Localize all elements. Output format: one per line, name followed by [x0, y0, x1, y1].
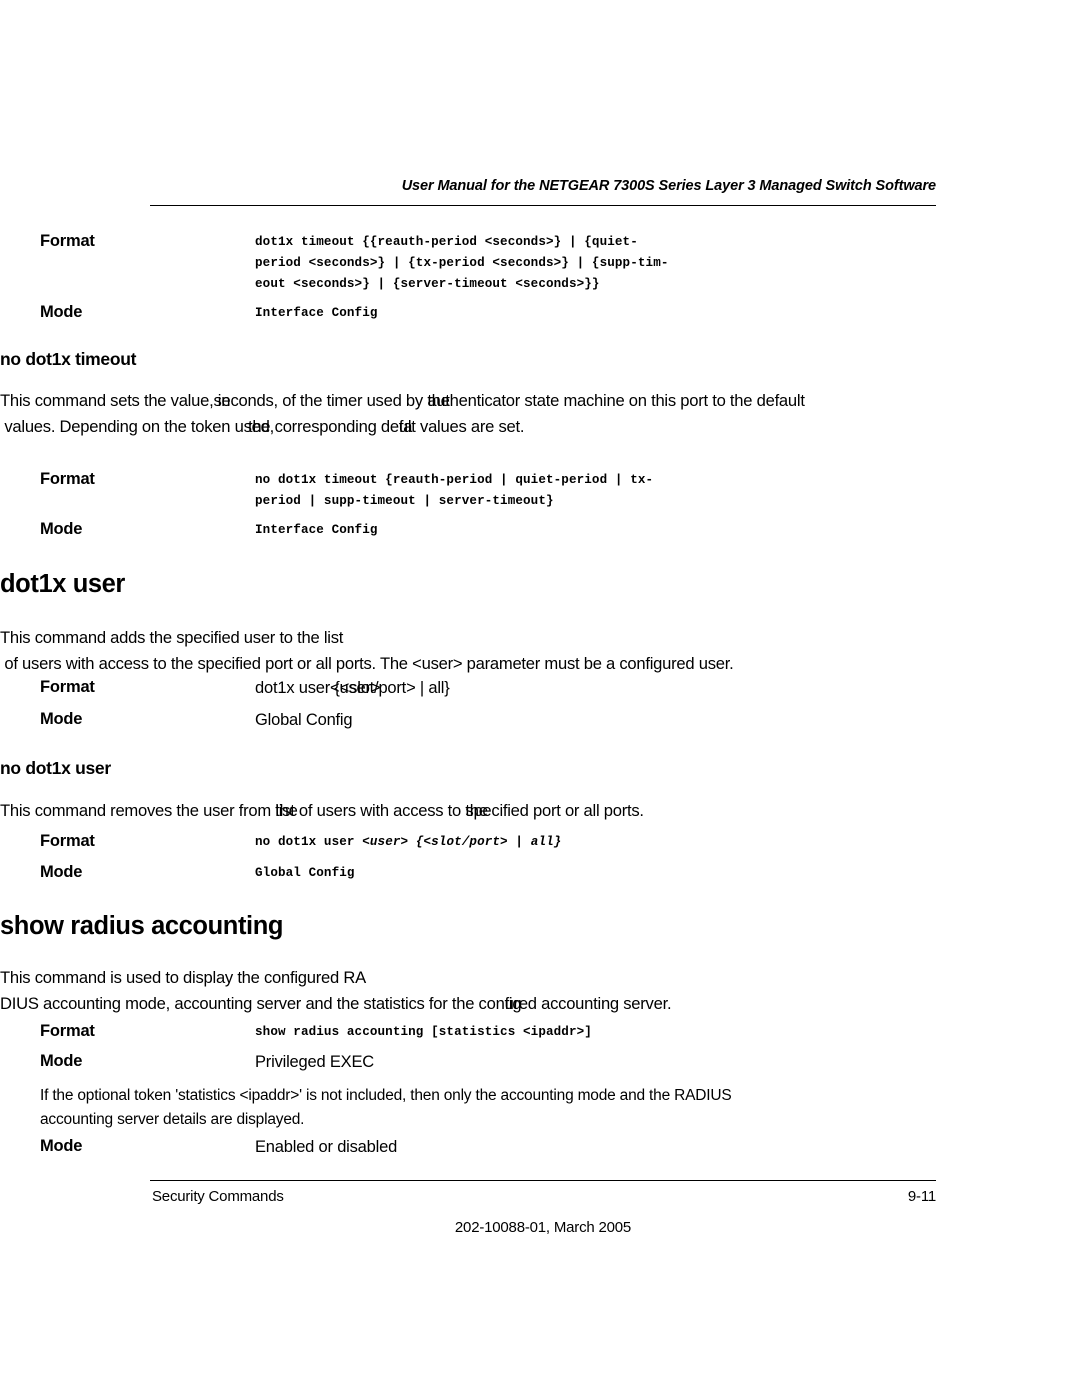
footer-document-id: 202-10088-01, March 2005 — [454, 1219, 632, 1236]
format-value-dot1x-user: dot1x user<user> {<slot/port> | all} — [255, 679, 450, 697]
heading-no-dot1x-timeout: no dot1x timeout — [0, 349, 137, 369]
heading-dot1x-user: dot1x user — [0, 570, 125, 598]
footer-divider — [150, 1180, 936, 1181]
format-label: Format — [40, 832, 95, 850]
mode-value-enabled-or-disabled: Enabled or disabled — [255, 1138, 398, 1156]
mode-label: Mode — [40, 303, 83, 321]
mode-label: Mode — [40, 1137, 83, 1155]
mode-value-dot1x-timeout: Interface Config — [255, 306, 378, 320]
format-label: Format — [40, 678, 95, 696]
footer-page-number: 9-11 — [907, 1188, 936, 1205]
heading-show-radius-accounting: show radius accounting — [0, 912, 284, 940]
format-value-dot1x-timeout: dot1x timeout {{reauth-period <seconds>}… — [255, 235, 669, 291]
mode-label: Mode — [40, 1052, 83, 1070]
mode-value-no-dot1x-timeout: Interface Config — [255, 523, 378, 537]
format-label: Format — [40, 232, 95, 250]
paragraph-no-dot1x-user: This command removes the user from the l… — [0, 801, 644, 820]
paragraph-no-dot1x-timeout: This command sets the value, in seconds,… — [0, 391, 805, 436]
paragraph-dot1x-user: This command adds the specified user to … — [0, 628, 734, 673]
format-label: Format — [40, 1022, 95, 1040]
document-page: User Manual for the NETGEAR 7300S Series… — [0, 0, 1080, 1397]
format-label: Format — [40, 470, 95, 488]
format-value-no-dot1x-user: no dot1x user <user> {<slot/port> | all} — [255, 835, 562, 849]
paragraph-show-radius-accounting: This command is used to display the conf… — [0, 968, 672, 1013]
format-value-no-dot1x-timeout: no dot1x timeout {reauth-period | quiet-… — [255, 473, 654, 508]
mode-label: Mode — [40, 863, 83, 881]
mode-value-no-dot1x-user: Global Config — [255, 866, 355, 880]
running-header-title: User Manual for the NETGEAR 7300S Series… — [401, 178, 936, 194]
mode-label: Mode — [40, 710, 83, 728]
mode-label: Mode — [40, 520, 83, 538]
mode-value-show-radius-accounting: Privileged EXEC — [255, 1053, 374, 1071]
note-show-radius-accounting: If the optional token 'statistics <ipadd… — [40, 1087, 732, 1128]
mode-value-dot1x-user: Global Config — [255, 711, 353, 729]
format-value-show-radius-accounting: show radius accounting [statistics <ipad… — [255, 1025, 592, 1039]
header-divider — [150, 205, 936, 206]
heading-no-dot1x-user: no dot1x user — [0, 758, 111, 778]
